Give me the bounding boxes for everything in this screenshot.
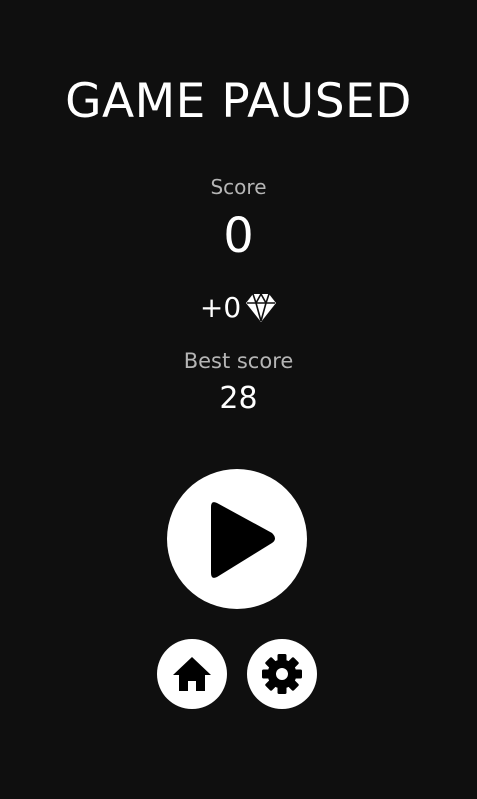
diamond-icon — [246, 293, 277, 322]
pause-title: GAME PAUSED — [65, 74, 412, 129]
best-score-label: Best score — [183, 349, 294, 373]
play-icon — [211, 502, 275, 578]
gems-earned-value: +0 — [199, 291, 242, 324]
gems-earned-row: +0 — [0, 290, 477, 326]
home-button[interactable] — [157, 639, 227, 709]
resume-play-button[interactable] — [167, 469, 307, 609]
home-icon — [173, 657, 211, 691]
score-label: Score — [210, 175, 267, 199]
score-value: 0 — [223, 208, 254, 264]
pause-screen: GAME PAUSED Score 0 +0 Best score 28 — [0, 0, 477, 799]
settings-button[interactable] — [247, 639, 317, 709]
best-score-value: 28 — [219, 381, 258, 416]
gear-icon — [262, 654, 302, 694]
